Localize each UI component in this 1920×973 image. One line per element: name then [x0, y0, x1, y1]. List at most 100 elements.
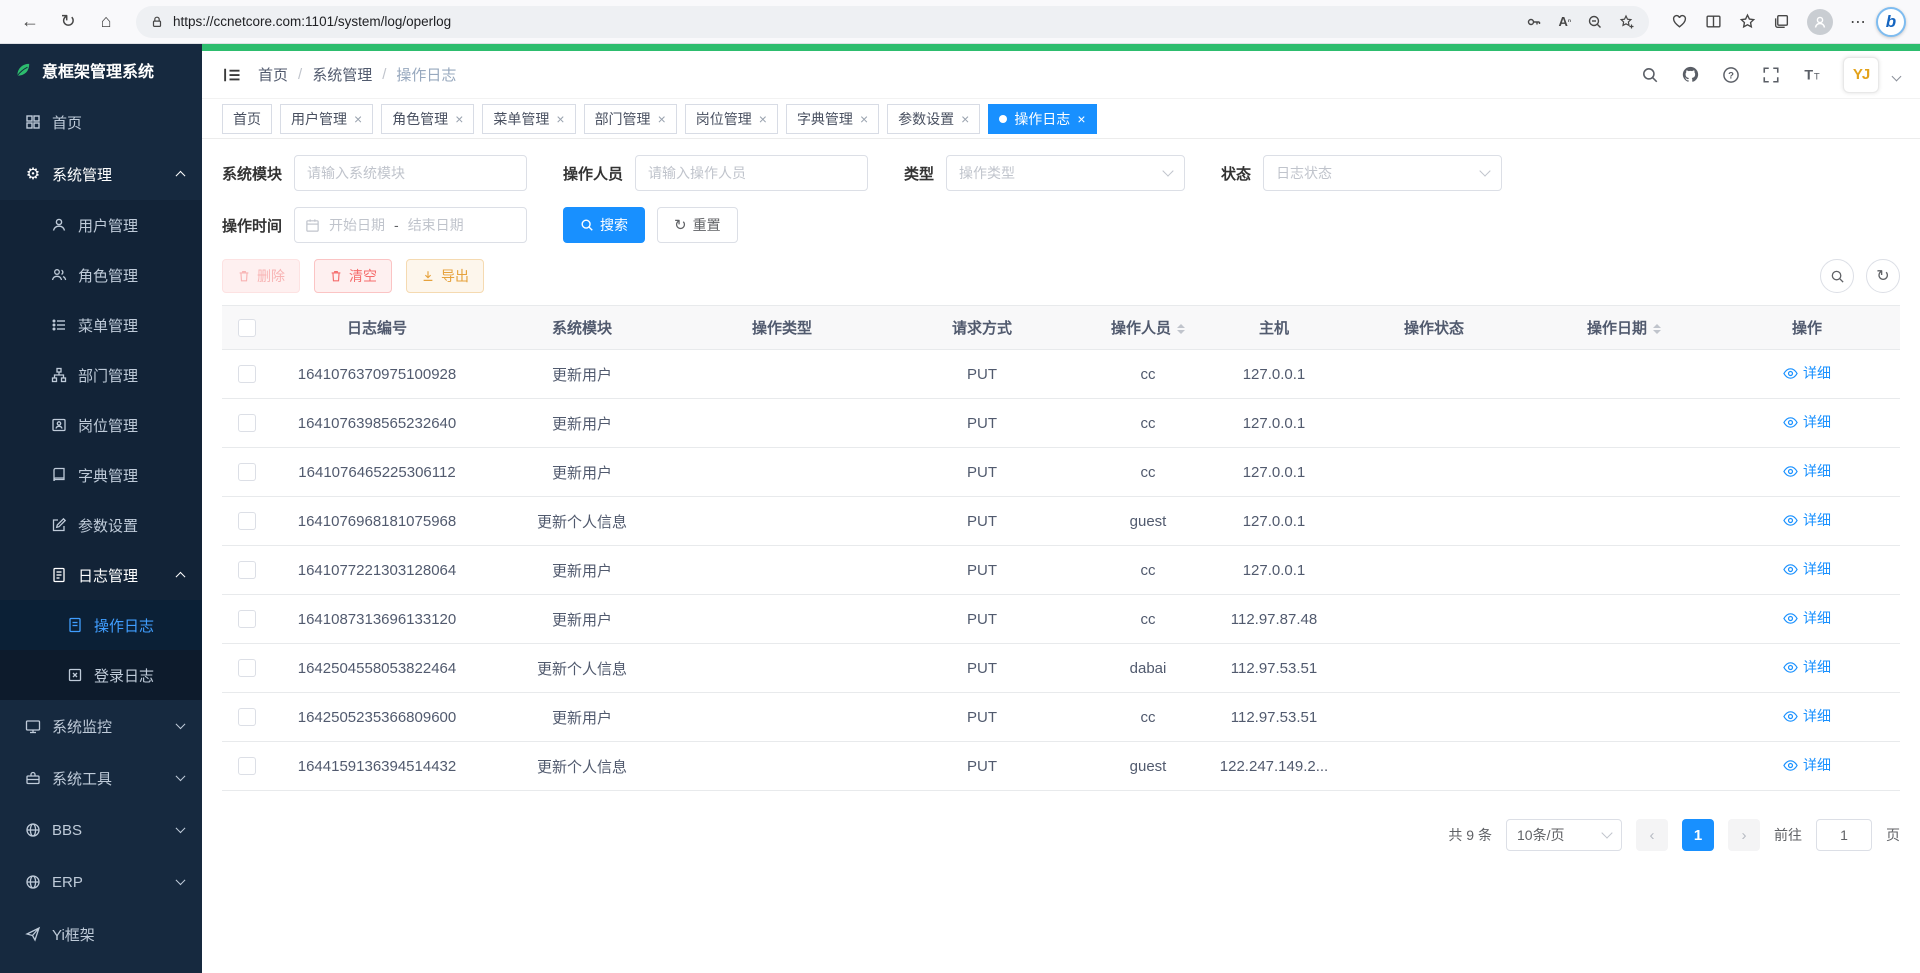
- row-checkbox[interactable]: [238, 365, 256, 383]
- browser-refresh-button[interactable]: ↻: [52, 6, 84, 38]
- sidebar-fold-icon[interactable]: [222, 65, 242, 85]
- operator-filter-input[interactable]: [635, 155, 868, 191]
- sidebar-item-menu-mgmt[interactable]: 菜单管理: [0, 300, 202, 350]
- tab-close-icon[interactable]: ×: [1077, 112, 1085, 126]
- clear-button[interactable]: 清空: [314, 259, 392, 293]
- col-date[interactable]: 操作日期: [1534, 306, 1714, 350]
- select-all-checkbox[interactable]: [238, 319, 256, 337]
- tab-operation-log[interactable]: 操作日志×: [988, 104, 1096, 134]
- sidebar-item-log-mgmt[interactable]: 日志管理: [0, 550, 202, 600]
- tab-param-settings[interactable]: 参数设置×: [887, 104, 980, 134]
- address-bar[interactable]: https://ccnetcore.com:1101/system/log/op…: [136, 6, 1649, 38]
- detail-link[interactable]: 详细: [1783, 363, 1831, 383]
- tab-dept-mgmt[interactable]: 部门管理×: [584, 104, 677, 134]
- tab-close-icon[interactable]: ×: [860, 112, 868, 126]
- sidebar-item-operation-log[interactable]: 操作日志: [0, 600, 202, 650]
- tab-close-icon[interactable]: ×: [658, 112, 666, 126]
- detail-link[interactable]: 详细: [1783, 461, 1831, 481]
- col-operator[interactable]: 操作人员: [1082, 306, 1214, 350]
- type-filter-select[interactable]: 操作类型: [946, 155, 1185, 191]
- row-checkbox[interactable]: [238, 512, 256, 530]
- fullscreen-icon[interactable]: [1762, 66, 1780, 84]
- tab-close-icon[interactable]: ×: [556, 112, 564, 126]
- export-button[interactable]: 导出: [406, 259, 484, 293]
- browser-back-button[interactable]: ←: [14, 6, 46, 38]
- date-range-picker[interactable]: 开始日期 - 结束日期: [294, 207, 527, 243]
- github-icon[interactable]: [1681, 65, 1700, 84]
- sidebar-item-post-mgmt[interactable]: 岗位管理: [0, 400, 202, 450]
- collections-icon[interactable]: [1773, 13, 1790, 30]
- tab-role-mgmt[interactable]: 角色管理×: [381, 104, 474, 134]
- browser-menu-icon[interactable]: ⋯: [1850, 12, 1866, 32]
- help-icon[interactable]: ?: [1722, 66, 1740, 84]
- detail-link[interactable]: 详细: [1783, 608, 1831, 628]
- tab-user-mgmt[interactable]: 用户管理×: [280, 104, 373, 134]
- tab-close-icon[interactable]: ×: [354, 112, 362, 126]
- row-checkbox[interactable]: [238, 463, 256, 481]
- zoom-out-icon[interactable]: [1587, 14, 1603, 30]
- detail-link[interactable]: 详细: [1783, 559, 1831, 579]
- detail-link[interactable]: 详细: [1783, 510, 1831, 530]
- toggle-search-button[interactable]: [1820, 259, 1854, 293]
- sort-icon[interactable]: [1177, 320, 1185, 338]
- reset-button[interactable]: ↻ 重置: [657, 207, 738, 243]
- row-checkbox[interactable]: [238, 708, 256, 726]
- delete-button[interactable]: 删除: [222, 259, 300, 293]
- row-checkbox[interactable]: [238, 659, 256, 677]
- tab-close-icon[interactable]: ×: [455, 112, 463, 126]
- refresh-table-button[interactable]: ↻: [1866, 259, 1900, 293]
- search-button[interactable]: 搜索: [563, 207, 645, 243]
- page-number-1[interactable]: 1: [1682, 819, 1714, 851]
- detail-link[interactable]: 详细: [1783, 755, 1831, 775]
- sidebar-item-system-tools[interactable]: 系统工具: [0, 752, 202, 804]
- browser-essentials-icon[interactable]: [1671, 13, 1688, 30]
- bing-copilot-icon[interactable]: b: [1876, 7, 1906, 37]
- sidebar-item-yi-framework[interactable]: Yi框架: [0, 908, 202, 960]
- font-size-icon[interactable]: TT: [1802, 65, 1821, 84]
- breadcrumb-home[interactable]: 首页: [258, 64, 288, 85]
- browser-home-button[interactable]: ⌂: [90, 6, 122, 38]
- read-aloud-icon[interactable]: Aⁿ: [1558, 14, 1571, 29]
- prev-page-button[interactable]: ‹: [1636, 819, 1668, 851]
- tab-menu-mgmt[interactable]: 菜单管理×: [482, 104, 575, 134]
- sidebar-item-system-mgmt[interactable]: ⚙ 系统管理: [0, 148, 202, 200]
- favorites-icon[interactable]: [1739, 13, 1756, 30]
- sidebar-item-login-log[interactable]: 登录日志: [0, 650, 202, 700]
- user-avatar[interactable]: YJ: [1843, 57, 1879, 93]
- breadcrumb-system-mgmt[interactable]: 系统管理: [312, 64, 372, 85]
- next-page-button[interactable]: ›: [1728, 819, 1760, 851]
- url-text[interactable]: https://ccnetcore.com:1101/system/log/op…: [173, 14, 451, 29]
- tab-close-icon[interactable]: ×: [759, 112, 767, 126]
- split-screen-icon[interactable]: [1705, 13, 1722, 30]
- avatar-dropdown-caret-icon[interactable]: [1892, 72, 1902, 82]
- row-checkbox[interactable]: [238, 414, 256, 432]
- row-checkbox[interactable]: [238, 757, 256, 775]
- page-size-select[interactable]: 10条/页: [1506, 819, 1622, 851]
- sidebar-item-dept-mgmt[interactable]: 部门管理: [0, 350, 202, 400]
- detail-link[interactable]: 详细: [1783, 657, 1831, 677]
- sidebar-item-system-monitor[interactable]: 系统监控: [0, 700, 202, 752]
- tab-dict-mgmt[interactable]: 字典管理×: [786, 104, 879, 134]
- detail-link[interactable]: 详细: [1783, 706, 1831, 726]
- goto-page-input[interactable]: [1816, 819, 1872, 851]
- tab-close-icon[interactable]: ×: [961, 112, 969, 126]
- detail-link[interactable]: 详细: [1783, 412, 1831, 432]
- sidebar-item-erp[interactable]: ERP: [0, 856, 202, 908]
- header-search-icon[interactable]: [1641, 66, 1659, 84]
- browser-profile-avatar[interactable]: [1807, 9, 1833, 35]
- tab-home[interactable]: 首页: [222, 104, 272, 134]
- sort-icon[interactable]: [1653, 320, 1661, 338]
- add-favorite-star-icon[interactable]: [1619, 14, 1635, 30]
- status-filter-select[interactable]: 日志状态: [1263, 155, 1502, 191]
- tab-post-mgmt[interactable]: 岗位管理×: [685, 104, 778, 134]
- row-checkbox[interactable]: [238, 610, 256, 628]
- sidebar-item-user-mgmt[interactable]: 用户管理: [0, 200, 202, 250]
- sidebar-item-dict-mgmt[interactable]: 字典管理: [0, 450, 202, 500]
- row-checkbox[interactable]: [238, 561, 256, 579]
- sidebar-item-role-mgmt[interactable]: 角色管理: [0, 250, 202, 300]
- sidebar-item-bbs[interactable]: BBS: [0, 804, 202, 856]
- sidebar-item-home[interactable]: 首页: [0, 96, 202, 148]
- module-filter-input[interactable]: [294, 155, 527, 191]
- password-key-icon[interactable]: [1526, 14, 1542, 30]
- sidebar-item-param-settings[interactable]: 参数设置: [0, 500, 202, 550]
